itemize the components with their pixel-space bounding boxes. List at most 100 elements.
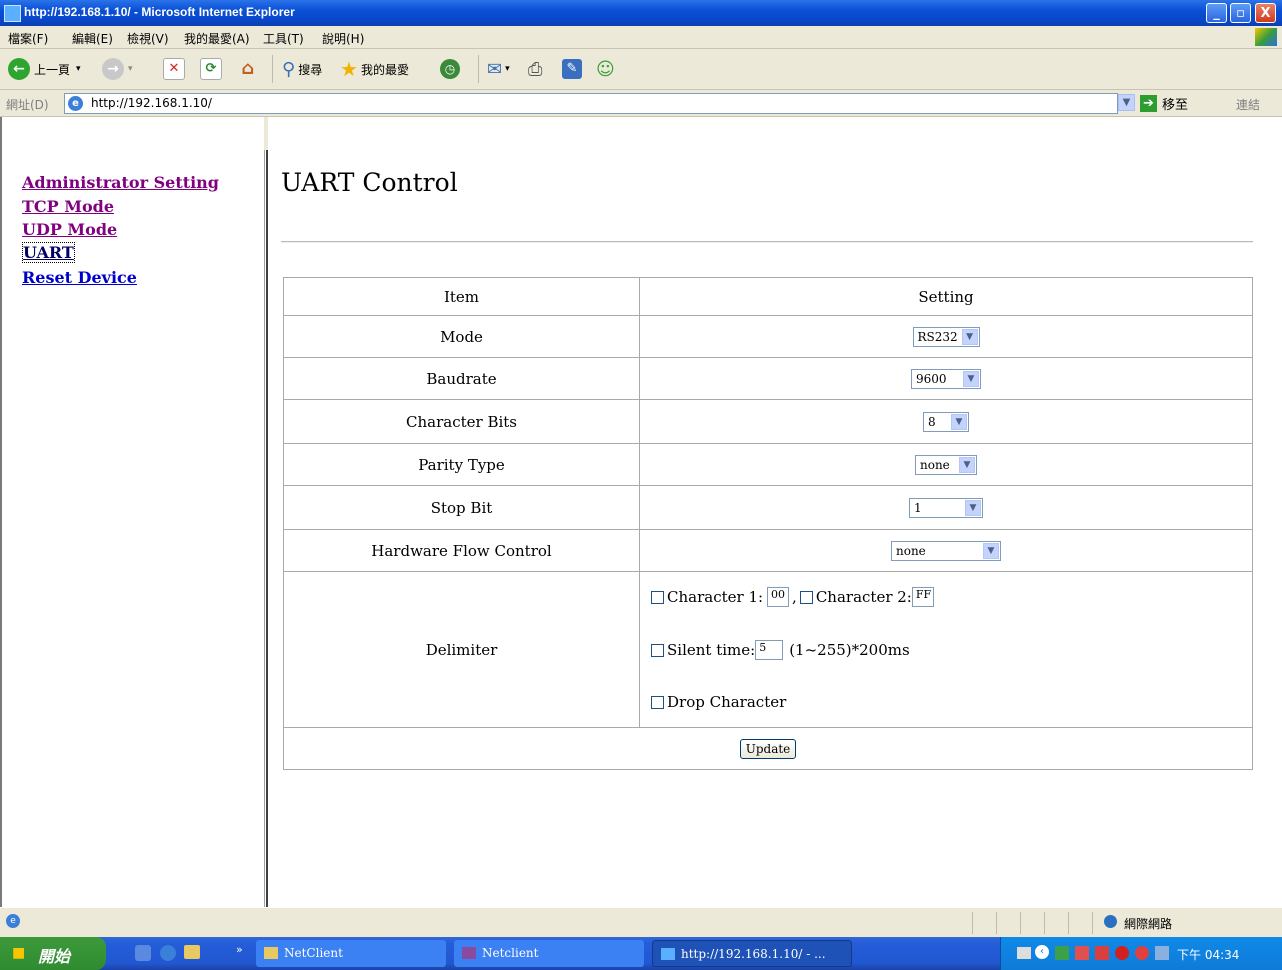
menu-view[interactable]: 檢視(V) [127,30,169,47]
address-label: 網址(D) [6,98,49,112]
hardware-flow-control-select[interactable]: none ▼ [891,540,1001,561]
status-bar: e 網際網路 [0,907,1282,938]
mode-select[interactable]: RS232 ▼ [912,326,980,347]
print-button[interactable]: ⎙ [528,57,542,81]
alert-icon[interactable] [1135,946,1149,960]
home-button[interactable]: ⌂ [238,57,258,81]
taskbar: ■ 開始 » NetClient Netclient http://192.16… [0,937,1282,970]
security-icon[interactable] [1115,946,1129,960]
character-1-input[interactable]: 00 [767,587,790,607]
tray-app-icon[interactable] [1075,946,1089,960]
chevron-left-icon[interactable]: ‹ [1035,945,1049,959]
baudrate-cell: 9600 ▼ [639,357,1253,400]
forward-button[interactable]: → ▾ [102,57,133,81]
baudrate-value: 9600 [916,371,947,386]
home-icon: ⌂ [241,58,255,79]
connection-icon[interactable] [1155,946,1169,960]
table-row-hardware-flow-control: Hardware Flow Control none ▼ [283,529,1253,572]
table-row-stop-bit: Stop Bit 1 ▼ [283,485,1253,530]
silent-time-input[interactable]: 5 [755,640,784,660]
page-title: UART Control [281,168,458,197]
quicklaunch-folder-icon[interactable] [184,945,200,959]
mode-value: RS232 [917,329,958,344]
back-arrow-icon: ← [8,58,30,80]
nav-link-udp-mode[interactable]: UDP Mode [22,220,117,239]
chevron-right-icon[interactable]: » [236,943,243,956]
address-url: http://192.168.1.10/ [91,96,212,110]
menu-tools[interactable]: 工具(T) [263,30,304,47]
quicklaunch-desktop-icon[interactable] [135,945,151,961]
character-2-label: Character 2: [815,588,912,606]
drop-character-label: Drop Character [667,693,787,711]
links-label[interactable]: 連結 [1236,96,1260,113]
star-icon: ★ [340,57,358,81]
parity-value: none [920,457,950,472]
start-button[interactable]: ■ 開始 [0,937,106,970]
taskbar-item-netclient-folder[interactable]: NetClient [256,940,446,967]
baudrate-select[interactable]: 9600 ▼ [911,368,981,389]
stop-bit-select[interactable]: 1 ▼ [909,497,983,518]
status-divider [1020,912,1021,934]
mode-label: Mode [283,315,640,358]
flow-cell: none ▼ [639,529,1253,572]
character-2-input[interactable]: FF [911,587,934,607]
clock[interactable]: 下午 04:34 [1177,946,1239,963]
keyboard-icon[interactable] [1017,947,1031,959]
table-row-update: Update [283,727,1253,770]
table-row-mode: Mode RS232 ▼ [283,315,1253,358]
character-1-checkbox[interactable] [651,590,664,604]
nav-link-tcp-mode[interactable]: TCP Mode [22,197,114,216]
back-label: 上一頁 [34,62,71,77]
address-input[interactable]: e http://192.168.1.10/ [64,93,1118,114]
edit-icon: ✎ [562,59,582,79]
taskbar-item-ie-window[interactable]: http://192.168.1.10/ - ... [652,940,852,967]
start-label: 開始 [38,947,71,966]
stopbit-cell: 1 ▼ [639,485,1253,530]
go-arrow-icon: ➔ [1140,95,1157,112]
drop-character-checkbox[interactable] [651,695,664,709]
table-row-parity-type: Parity Type none ▼ [283,443,1253,486]
quicklaunch-ie-icon[interactable] [160,945,176,961]
search-button[interactable]: ⚲ 搜尋 [282,57,322,81]
history-icon: ◷ [440,59,460,79]
refresh-button[interactable]: ⟳ [200,57,222,81]
minimize-button[interactable]: _ [1206,3,1227,23]
status-divider [996,912,997,934]
forward-arrow-icon: → [102,58,124,80]
nav-link-uart[interactable]: UART [22,242,75,263]
character-bits-select[interactable]: 8 ▼ [923,411,969,432]
antivirus-icon[interactable] [1095,946,1109,960]
address-dropdown-button[interactable]: ▼ [1118,94,1135,111]
chevron-down-icon: ▾ [505,64,510,74]
network-icon[interactable] [1055,946,1069,960]
messenger-icon: ☺ [596,58,615,80]
stop-button[interactable]: ✕ [163,57,185,81]
menu-file[interactable]: 檔案(F) [8,30,48,47]
character-2-checkbox[interactable] [799,590,813,604]
maximize-button[interactable]: ▫ [1230,3,1251,23]
go-button[interactable]: ➔ 移至 [1140,94,1188,113]
favorites-button[interactable]: ★ 我的最愛 [340,57,409,81]
nav-link-reset-device[interactable]: Reset Device [22,268,137,287]
folder-icon [264,947,278,959]
menu-favorites[interactable]: 我的最愛(A) [184,30,250,47]
nav-link-administrator-setting[interactable]: Administrator Setting [22,173,219,192]
silent-time-checkbox[interactable] [651,643,664,657]
menu-edit[interactable]: 編輯(E) [72,30,113,47]
mail-icon: ✉ [487,58,503,80]
edit-button[interactable]: ✎ [562,57,582,81]
menu-help[interactable]: 說明(H) [322,30,364,47]
window-title: http://192.168.1.10/ - Microsoft Interne… [24,5,295,19]
update-button[interactable]: Update [739,738,797,759]
navigation-frame: Administrator Setting TCP Mode UDP Mode … [0,117,264,907]
history-button[interactable]: ◷ [440,57,460,81]
parity-type-select[interactable]: none ▼ [915,454,977,475]
mail-button[interactable]: ✉ ▾ [487,57,510,81]
back-button[interactable]: ← 上一頁 ▾ [8,57,81,81]
taskbar-item-label: NetClient [284,946,343,960]
character-1-label: Character 1: [667,588,764,606]
messenger-button[interactable]: ☺ [596,57,615,81]
close-button[interactable]: X [1255,3,1276,23]
ie-window-icon [661,948,675,960]
taskbar-item-netclient-app[interactable]: Netclient [454,940,644,967]
